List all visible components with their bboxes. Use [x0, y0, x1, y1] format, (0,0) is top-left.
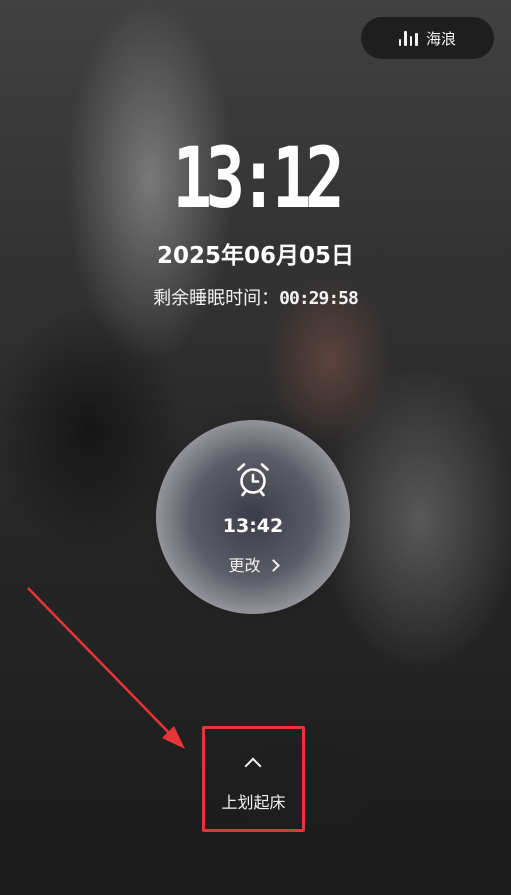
annotation-highlight-box [202, 726, 305, 832]
